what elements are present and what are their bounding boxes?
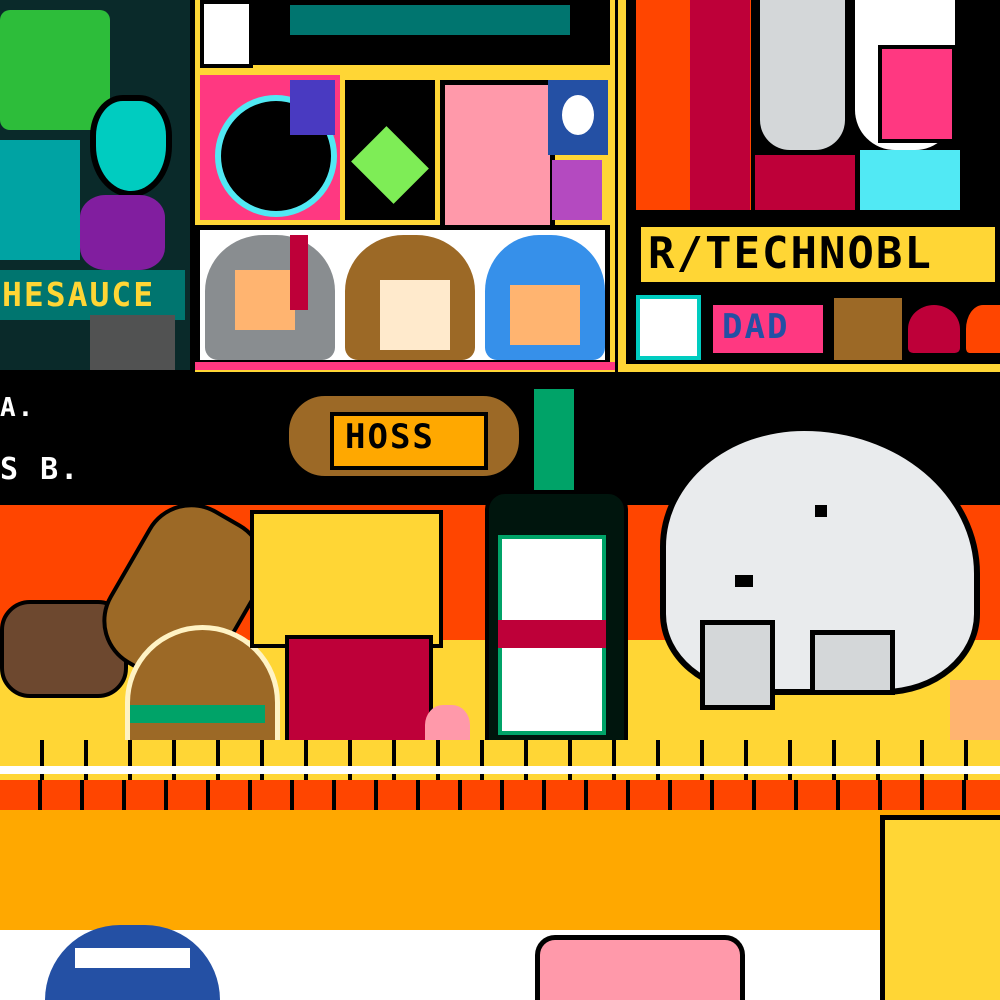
teal-bar <box>290 5 570 35</box>
polar-bear-nose <box>735 575 753 587</box>
blue-dome-inner <box>75 948 190 968</box>
broken-heart-icon <box>908 305 960 353</box>
red-streak <box>290 235 308 310</box>
green-emblem-shape <box>0 10 110 130</box>
left-fragment-2: S B. <box>0 452 81 487</box>
bottle-label-stripe <box>498 620 606 648</box>
heart-icon <box>966 305 1000 353</box>
blue-flower-center-icon <box>562 95 594 135</box>
polar-bear-eye <box>815 505 827 517</box>
red-orange-block <box>755 155 855 210</box>
gold-figure <box>880 815 1000 1000</box>
bunting-row <box>0 740 1000 780</box>
glasses-face-icon <box>440 80 555 230</box>
cyan-pedestal <box>860 150 960 210</box>
rainbow-tile <box>636 295 701 360</box>
diamond-gem-icon <box>90 95 172 197</box>
small-girl-icon <box>552 160 602 220</box>
dad-badge-text: DAD <box>722 307 790 347</box>
silver-hair-face <box>235 270 295 330</box>
robot-figure <box>90 315 175 370</box>
pink-bow-icon <box>535 935 745 1000</box>
hotdog-sign-text: HOSS <box>345 417 435 457</box>
fries-box <box>285 635 433 753</box>
left-fragment-1: A. <box>0 393 36 423</box>
white-card-icon <box>200 0 253 68</box>
pink-potion-icon <box>878 45 956 143</box>
polar-bear-leg-right <box>810 630 895 695</box>
teal-wing <box>0 140 80 260</box>
bunting-white-line <box>0 766 1000 774</box>
small-dog-icon <box>950 680 1000 740</box>
mini-face-icon <box>834 298 902 360</box>
gold-bottom-rule <box>618 364 1000 372</box>
blue-corner <box>290 80 335 135</box>
pixel-art-canvas: HESAUCE R/TECHNOBL DAD A. S B. HOSS <box>0 0 1000 1000</box>
right-gold-border <box>618 0 626 372</box>
silver-sword-hilt <box>760 0 845 150</box>
polar-bear-leg-left <box>700 620 775 710</box>
orange-zigzag <box>0 780 1000 810</box>
blue-hair-face <box>510 285 580 345</box>
fries-character <box>250 510 443 648</box>
sauce-banner-text: HESAUCE <box>2 275 156 314</box>
burger-lettuce <box>130 705 265 723</box>
red-cape-shade <box>690 0 750 210</box>
pink-divider <box>195 362 615 370</box>
technoblade-banner-text: R/TECHNOBL <box>648 228 933 279</box>
purple-critter-icon <box>80 195 165 270</box>
brown-hair-face <box>380 280 450 350</box>
